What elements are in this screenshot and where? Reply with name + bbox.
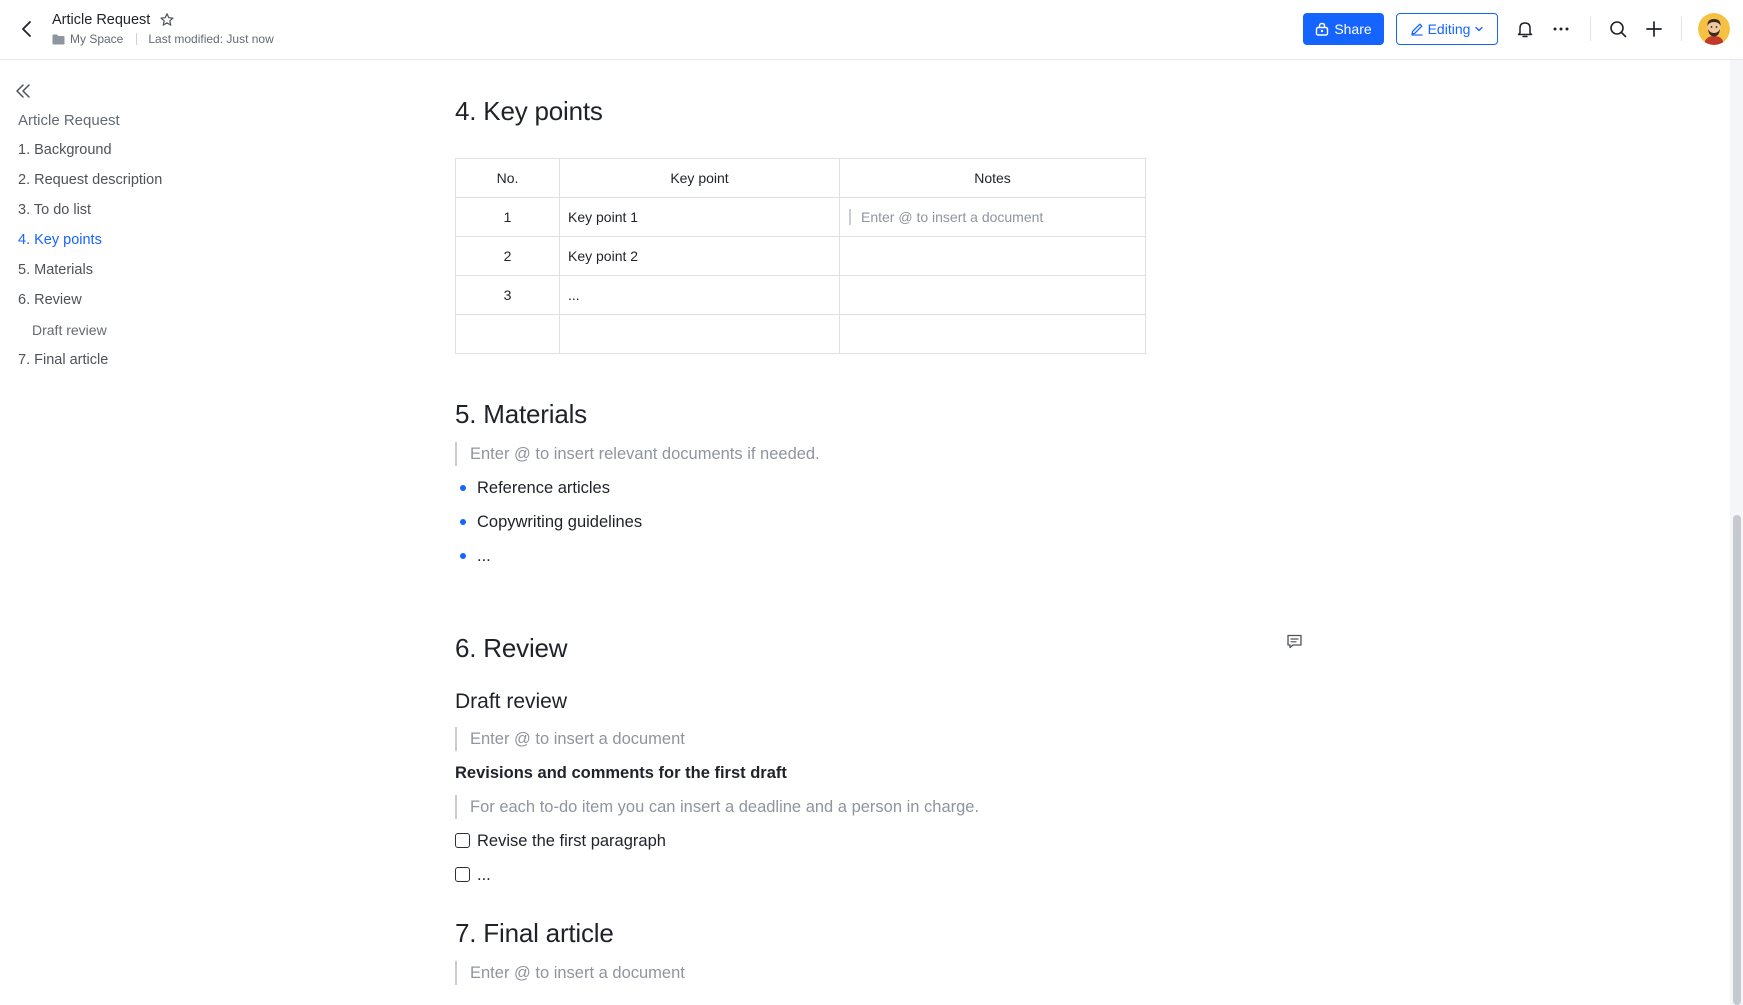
table-row: 3 ... [455,275,1146,315]
table-cell[interactable] [559,314,840,354]
table-row: 2 Key point 2 [455,236,1146,276]
table-cell[interactable]: Key point 1 [559,197,840,237]
document-title[interactable]: Article Request [52,12,150,28]
todo-checkbox[interactable] [455,833,470,848]
list-item[interactable]: Copywriting guidelines [477,510,642,534]
table-row: 1 Key point 1 Enter @ to insert a docume… [455,197,1146,237]
outline-item[interactable]: 2. Request description [18,170,162,200]
top-bar: Article Request My Space Last modified: … [0,0,1743,60]
chevron-down-icon [1475,26,1484,32]
bell-icon[interactable] [1514,18,1536,40]
table-header-row: No. Key point Notes [455,158,1146,198]
list-item[interactable]: ... [477,544,491,568]
outline-list: 1. Background 2. Request description 3. To… [18,140,162,380]
table-cell[interactable] [455,314,560,354]
list-item[interactable]: Reference articles [477,476,610,500]
heading-key-points: 4. Key points [455,96,603,126]
last-modified-label: Last modified: Just now [148,32,274,46]
collapse-sidebar-icon[interactable] [14,82,32,100]
search-icon[interactable] [1607,18,1629,40]
heading-draft-review: Draft review [455,690,568,713]
header-divider [1590,17,1591,41]
share-button[interactable]: Share [1303,13,1384,45]
table-cell[interactable]: 2 [455,236,560,276]
todo-item-label[interactable]: ... [477,863,491,887]
user-avatar[interactable] [1698,13,1730,45]
editing-label: Editing [1427,21,1471,37]
table-cell[interactable]: Key point 2 [559,236,840,276]
final-placeholder[interactable]: Enter @ to insert a document [455,961,685,985]
table-row [455,314,1146,354]
table-cell[interactable]: 3 [455,275,560,315]
todo-item-label[interactable]: Revise the first paragraph [477,829,666,853]
heading-materials: 5. Materials [455,399,587,429]
back-arrow-icon[interactable] [16,18,38,40]
star-icon[interactable] [159,12,175,28]
share-label: Share [1334,21,1372,37]
heading-review: 6. Review [455,633,568,663]
notes-placeholder[interactable]: Enter @ to insert a document [849,209,1044,225]
comment-icon[interactable] [1286,633,1303,650]
outline-item[interactable]: 1. Background [18,140,162,170]
meta-divider [136,33,138,45]
document-meta: My Space Last modified: Just now [52,32,274,46]
outline-title[interactable]: Article Request [18,112,120,129]
outline-item[interactable]: 7. Final article [18,350,162,380]
table-cell[interactable]: 1 [455,197,560,237]
bullet-dot [460,519,466,525]
location-label[interactable]: My Space [70,32,123,46]
outline-item[interactable]: 5. Materials [18,260,162,290]
table-cell[interactable] [839,275,1146,315]
bullet-dot [460,485,466,491]
table-header-cell[interactable]: No. [455,158,560,198]
outline-item[interactable]: 3. To do list [18,200,162,230]
avatar-image [1698,13,1730,45]
revisions-title[interactable]: Revisions and comments for the first dra… [455,761,787,785]
table-header-cell[interactable]: Key point [559,158,840,198]
bullet-dot [460,553,466,559]
editing-mode-dropdown[interactable]: Editing [1396,13,1498,45]
outline-item[interactable]: 6. Review [18,290,162,320]
revisions-placeholder[interactable]: For each to-do item you can insert a dea… [455,795,979,819]
table-cell[interactable]: Enter @ to insert a document [839,197,1146,237]
scrollbar-thumb[interactable] [1733,515,1741,1005]
key-points-table[interactable]: No. Key point Notes 1 Key point 1 Enter … [455,158,1146,354]
heading-final-article: 7. Final article [455,918,614,948]
table-cell[interactable]: ... [559,275,840,315]
header-divider-2 [1681,17,1682,41]
outline-item[interactable]: 4. Key points [18,230,162,260]
more-icon[interactable] [1550,18,1572,40]
folder-icon [52,34,65,44]
todo-checkbox[interactable] [455,867,470,882]
lock-share-icon [1316,22,1329,36]
table-cell[interactable] [839,314,1146,354]
plus-icon[interactable] [1643,18,1665,40]
pencil-icon [1410,23,1423,36]
materials-placeholder[interactable]: Enter @ to insert relevant documents if … [455,442,820,466]
table-cell[interactable] [839,236,1146,276]
draft-placeholder[interactable]: Enter @ to insert a document [455,727,685,751]
table-header-cell[interactable]: Notes [839,158,1146,198]
outline-item[interactable]: Draft review [18,320,162,350]
